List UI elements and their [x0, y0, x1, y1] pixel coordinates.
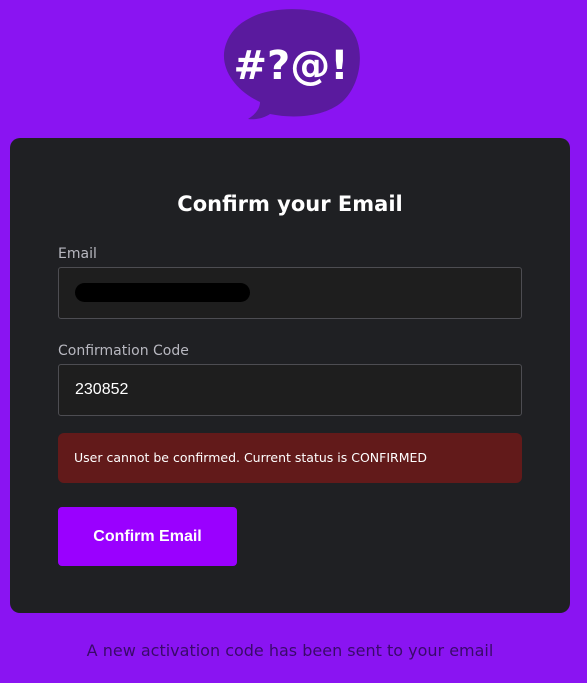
logo-text: #?@!: [234, 43, 349, 89]
confirm-email-page: #?@! Confirm your Email Email Confirmati…: [0, 0, 587, 683]
confirm-email-button[interactable]: Confirm Email: [58, 507, 237, 566]
logo-speech-bubble-icon: #?@!: [223, 9, 360, 120]
error-alert: User cannot be confirmed. Current status…: [58, 433, 522, 483]
confirmation-code-label: Confirmation Code: [58, 343, 189, 359]
page-title: Confirm your Email: [177, 192, 403, 216]
confirmation-code-field[interactable]: [58, 364, 522, 416]
email-label: Email: [58, 246, 97, 262]
email-redaction: [75, 283, 250, 302]
activation-code-message: A new activation code has been sent to y…: [86, 641, 494, 660]
